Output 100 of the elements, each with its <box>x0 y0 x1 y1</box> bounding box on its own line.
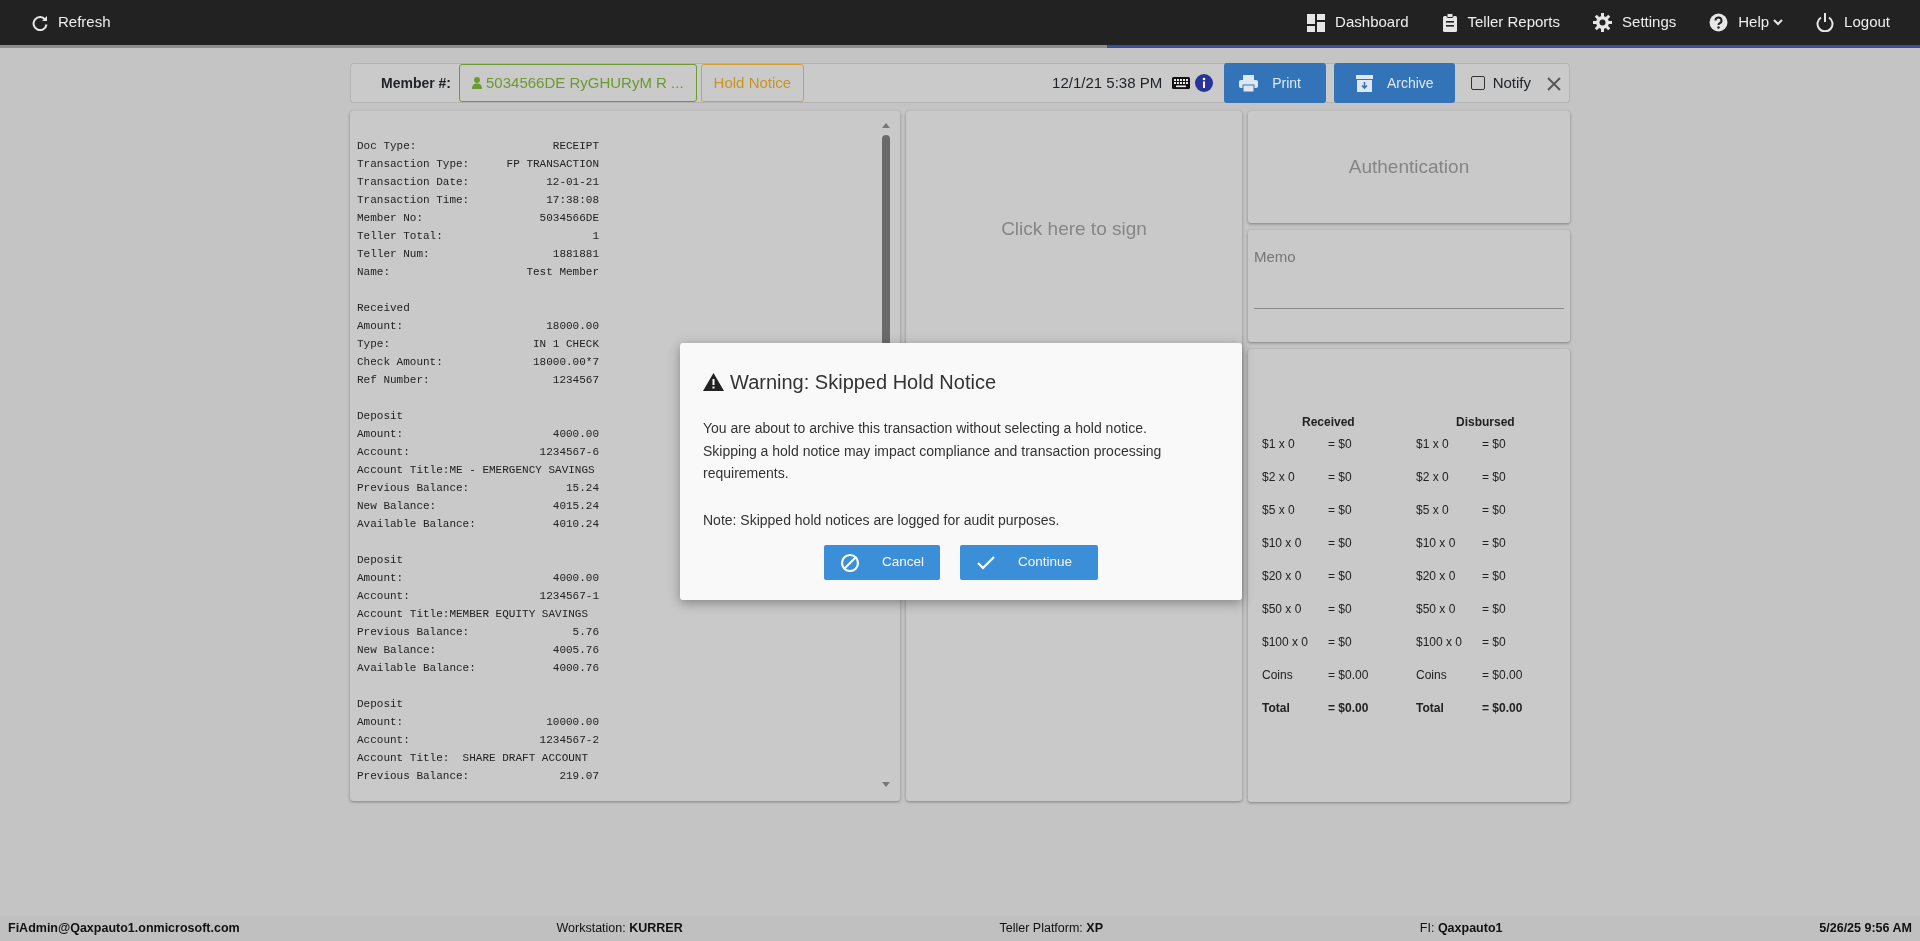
receipt-label: Amount: <box>357 571 404 586</box>
amount-value: = $0 <box>1328 502 1352 519</box>
amount-value: = $0 <box>1328 601 1352 618</box>
denomination-label: $5 x 0 <box>1262 502 1296 519</box>
amount-value: = $0 <box>1328 469 1352 486</box>
denomination-label: $2 x 0 <box>1262 469 1296 486</box>
receipt-heading: Deposit <box>357 409 405 424</box>
receipt-value: 10000.00 <box>546 715 599 730</box>
denomination-label: $5 x 0 <box>1416 502 1450 519</box>
receipt-value: 5034566DE <box>539 211 599 226</box>
dialog-message: You are about to archive this transaction without selecting a hold notice. Skipping a hold notice may impact compliance and transaction processing requirements. <box>703 419 1163 483</box>
receipt-heading: Deposit <box>357 553 405 568</box>
amount-value: = $0 <box>1482 436 1506 453</box>
denomination-label: $20 x 0 <box>1262 568 1303 585</box>
receipt-value: 4015.24 <box>552 499 599 514</box>
receipt-label: Previous Balance: <box>357 481 470 496</box>
user-email: FiAdmin@Qaxpauto1.onmicrosoft.com <box>8 920 240 938</box>
column-heading: Disbursed <box>1456 415 1515 429</box>
receipt-heading: Received <box>357 301 411 316</box>
receipt-value: IN 1 CHECK <box>533 337 599 352</box>
receipt-value: 18000.00 <box>546 319 599 334</box>
receipt-label: Transaction Date: <box>357 175 470 190</box>
memo-label: Memo <box>1254 247 1297 267</box>
receipt-label: Type: <box>357 337 390 352</box>
receipt-value: 219.07 <box>559 769 599 784</box>
amount-value: = $0.00 <box>1328 667 1369 684</box>
receipt-value: 4010.24 <box>552 517 599 532</box>
receipt-value: 17:38:08 <box>546 193 599 208</box>
receipt-label: Amount: <box>357 319 404 334</box>
denomination-label: Coins <box>1262 667 1294 684</box>
receipt-value: 1234567-1 <box>539 589 599 604</box>
receipt-label: Available Balance: <box>357 661 476 676</box>
receipt-label: New Balance: <box>357 643 437 658</box>
receipt-label: Member No: <box>357 211 423 226</box>
denomination-label: $50 x 0 <box>1262 601 1303 618</box>
receipt-label: Amount: <box>357 715 404 730</box>
receipt-value: 5.76 <box>572 625 599 640</box>
receipt-label: Transaction Time: <box>357 193 470 208</box>
sign-prompt: Click here to sign <box>1000 217 1148 241</box>
receipt-label: Account: <box>357 445 410 460</box>
receipt-label: Account: <box>357 733 410 748</box>
denomination-label: $1 x 0 <box>1416 436 1450 453</box>
receipt-value: 4000.00 <box>552 571 599 586</box>
denomination-label: Coins <box>1416 667 1448 684</box>
denomination-label: $50 x 0 <box>1416 601 1457 618</box>
amount-value: = $0 <box>1482 502 1506 519</box>
denomination-label: $100 x 0 <box>1262 634 1310 651</box>
receipt-label: New Balance: <box>357 499 437 514</box>
receipt-value: 18000.00*7 <box>533 355 599 370</box>
receipt-value: 1 <box>592 229 599 244</box>
receipt-value: FP TRANSACTION <box>506 157 599 172</box>
platform-info: Teller Platform: XP <box>999 920 1103 938</box>
amount-value: = $0 <box>1482 568 1506 585</box>
receipt-label: Ref Number: <box>357 373 430 388</box>
denomination-label: $10 x 0 <box>1262 535 1303 552</box>
receipt-value: 1234567 <box>552 373 599 388</box>
member-label: Member #: <box>381 73 452 93</box>
date-time: 12/1/21 5:38 PM <box>1052 72 1163 93</box>
receipt-value: Test Member <box>526 265 599 280</box>
receipt-line: Account Title:ME - EMERGENCY SAVINGS <box>357 463 595 478</box>
amount-value: = $0 <box>1328 535 1352 552</box>
column-heading: Received <box>1302 415 1355 429</box>
receipt-label: Account: <box>357 589 410 604</box>
receipt-value: 12-01-21 <box>546 175 599 190</box>
receipt-value: RECEIPT <box>552 139 599 154</box>
receipt-line: Account Title:MEMBER EQUITY SAVINGS <box>357 607 589 622</box>
amount-value: = $0 <box>1482 535 1506 552</box>
receipt-value: 4000.76 <box>552 661 599 676</box>
receipt-label: Previous Balance: <box>357 625 470 640</box>
receipt-value: 15.24 <box>566 481 599 496</box>
receipt-label: Amount: <box>357 427 404 442</box>
amount-value: = $0 <box>1328 436 1352 453</box>
institution-info: FI: Qaxpauto1 <box>1419 920 1503 938</box>
receipt-label: Teller Total: <box>357 229 443 244</box>
workstation-info: Workstation: KURRER <box>556 920 683 938</box>
authentication-title: Authentication <box>1348 154 1470 179</box>
amount-value: = $0 <box>1328 634 1352 651</box>
receipt-label: Available Balance: <box>357 517 476 532</box>
denomination-label: $2 x 0 <box>1416 469 1450 486</box>
denomination-label: $1 x 0 <box>1262 436 1296 453</box>
denomination-label: Total <box>1416 700 1445 717</box>
amount-value: = $0.00 <box>1482 700 1523 717</box>
receipt-value: 1234567-6 <box>539 445 599 460</box>
amount-value: = $0.00 <box>1482 667 1523 684</box>
denomination-label: $100 x 0 <box>1416 634 1464 651</box>
status-date-time: 5/26/25 9:56 AM <box>1819 920 1912 938</box>
receipt-line: Account Title: SHARE DRAFT ACCOUNT <box>357 751 589 766</box>
denomination-label: $10 x 0 <box>1416 535 1457 552</box>
receipt-value: 1234567-2 <box>539 733 599 748</box>
receipt-value: 1881881 <box>552 247 599 262</box>
receipt-label: Previous Balance: <box>357 769 470 784</box>
receipt-label: Teller Num: <box>357 247 430 262</box>
amount-value: = $0 <box>1328 568 1352 585</box>
dialog-note: Note: Skipped hold notices are logged for audit purposes. <box>703 510 1061 530</box>
receipt-label: Transaction Type: <box>357 157 470 172</box>
receipt-value: 4000.00 <box>552 427 599 442</box>
amount-value: = $0 <box>1482 634 1506 651</box>
denomination-label: Total <box>1262 700 1291 717</box>
receipt-value: 4005.76 <box>552 643 599 658</box>
receipt-heading: Deposit <box>357 697 405 712</box>
